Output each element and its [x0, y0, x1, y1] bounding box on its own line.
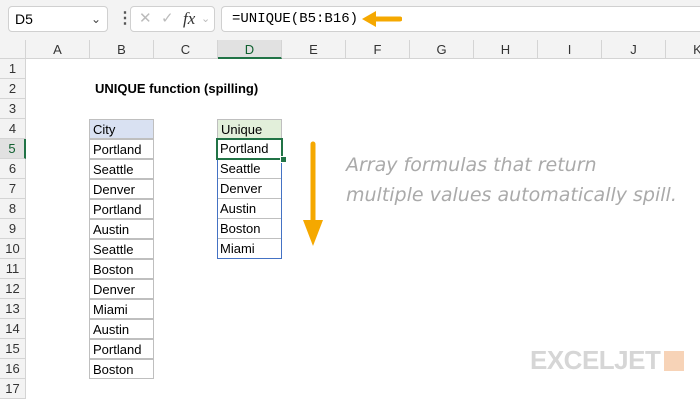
column-header-G[interactable]: G [410, 40, 474, 59]
column-header-J[interactable]: J [602, 40, 666, 59]
city-header-cell[interactable]: City [89, 119, 154, 139]
column-header-H[interactable]: H [474, 40, 538, 59]
row-header-10[interactable]: 10 [0, 239, 26, 259]
row-header-14[interactable]: 14 [0, 319, 26, 339]
column-header-F[interactable]: F [346, 40, 410, 59]
row-header-15[interactable]: 15 [0, 339, 26, 359]
city-cell[interactable]: Miami [89, 299, 154, 319]
row-header-17[interactable]: 17 [0, 379, 26, 399]
name-box-value: D5 [15, 11, 33, 27]
fill-handle[interactable] [280, 156, 287, 163]
arrow-down-icon [303, 141, 323, 246]
note-line-1: Array formulas that return [346, 154, 597, 176]
name-box[interactable]: D5 ⌄ [8, 6, 108, 32]
row-header-1[interactable]: 1 [0, 59, 26, 79]
annotation-note: Array formulas that return multiple value… [346, 150, 677, 210]
city-cell[interactable]: Boston [89, 259, 154, 279]
row-header-4[interactable]: 4 [0, 119, 26, 139]
city-cell[interactable]: Boston [89, 359, 154, 379]
city-cell[interactable]: Seattle [89, 239, 154, 259]
row-header-12[interactable]: 12 [0, 279, 26, 299]
column-header-B[interactable]: B [90, 40, 154, 59]
city-cell[interactable]: Austin [89, 319, 154, 339]
note-line-2: multiple values automatically spill. [346, 184, 677, 206]
formula-text: =UNIQUE(B5:B16) [232, 11, 359, 27]
column-header-A[interactable]: A [26, 40, 90, 59]
row-header-8[interactable]: 8 [0, 199, 26, 219]
row-header-3[interactable]: 3 [0, 99, 26, 119]
city-cell[interactable]: Portland [89, 139, 154, 159]
row-header-9[interactable]: 9 [0, 219, 26, 239]
row-header-16[interactable]: 16 [0, 359, 26, 379]
city-cell[interactable]: Portland [89, 199, 154, 219]
active-cell-d5[interactable] [216, 138, 283, 160]
insert-function-icon[interactable]: fx [183, 7, 195, 31]
unique-cell[interactable]: Miami [217, 239, 281, 259]
column-header-K[interactable]: K [666, 40, 700, 59]
sheet-title: UNIQUE function (spilling) [95, 81, 259, 96]
logo-mark-icon [664, 351, 685, 371]
formula-controls: ✕ ✓ fx ⌄ [130, 6, 215, 32]
select-all-corner[interactable] [0, 40, 26, 59]
formula-input[interactable]: =UNIQUE(B5:B16) [221, 6, 700, 32]
cancel-icon[interactable]: ✕ [139, 7, 152, 31]
column-header-I[interactable]: I [538, 40, 602, 59]
unique-cell[interactable]: Boston [217, 219, 281, 239]
column-header-E[interactable]: E [282, 40, 346, 59]
row-header-5[interactable]: 5 [0, 139, 26, 159]
chevron-down-icon[interactable]: ⌄ [201, 7, 210, 31]
city-cell[interactable]: Seattle [89, 159, 154, 179]
column-header-D[interactable]: D [218, 40, 282, 59]
exceljet-logo: EXCELJET [530, 345, 685, 376]
row-header-7[interactable]: 7 [0, 179, 26, 199]
unique-cell[interactable]: Seattle [217, 159, 281, 179]
city-cell[interactable]: Denver [89, 279, 154, 299]
unique-cell[interactable]: Austin [217, 199, 281, 219]
row-header-2[interactable]: 2 [0, 79, 26, 99]
arrow-left-icon [362, 11, 402, 27]
unique-cell[interactable]: Denver [217, 179, 281, 199]
chevron-down-icon[interactable]: ⌄ [91, 7, 101, 31]
formula-bar: D5 ⌄ ⋮ ✕ ✓ fx ⌄ =UNIQUE(B5:B16) [0, 0, 700, 40]
unique-header-cell[interactable]: Unique [217, 119, 282, 139]
row-header-11[interactable]: 11 [0, 259, 26, 279]
column-header-C[interactable]: C [154, 40, 218, 59]
enter-icon[interactable]: ✓ [161, 7, 174, 31]
city-cell[interactable]: Austin [89, 219, 154, 239]
city-cell[interactable]: Denver [89, 179, 154, 199]
row-header-13[interactable]: 13 [0, 299, 26, 319]
city-cell[interactable]: Portland [89, 339, 154, 359]
row-header-6[interactable]: 6 [0, 159, 26, 179]
